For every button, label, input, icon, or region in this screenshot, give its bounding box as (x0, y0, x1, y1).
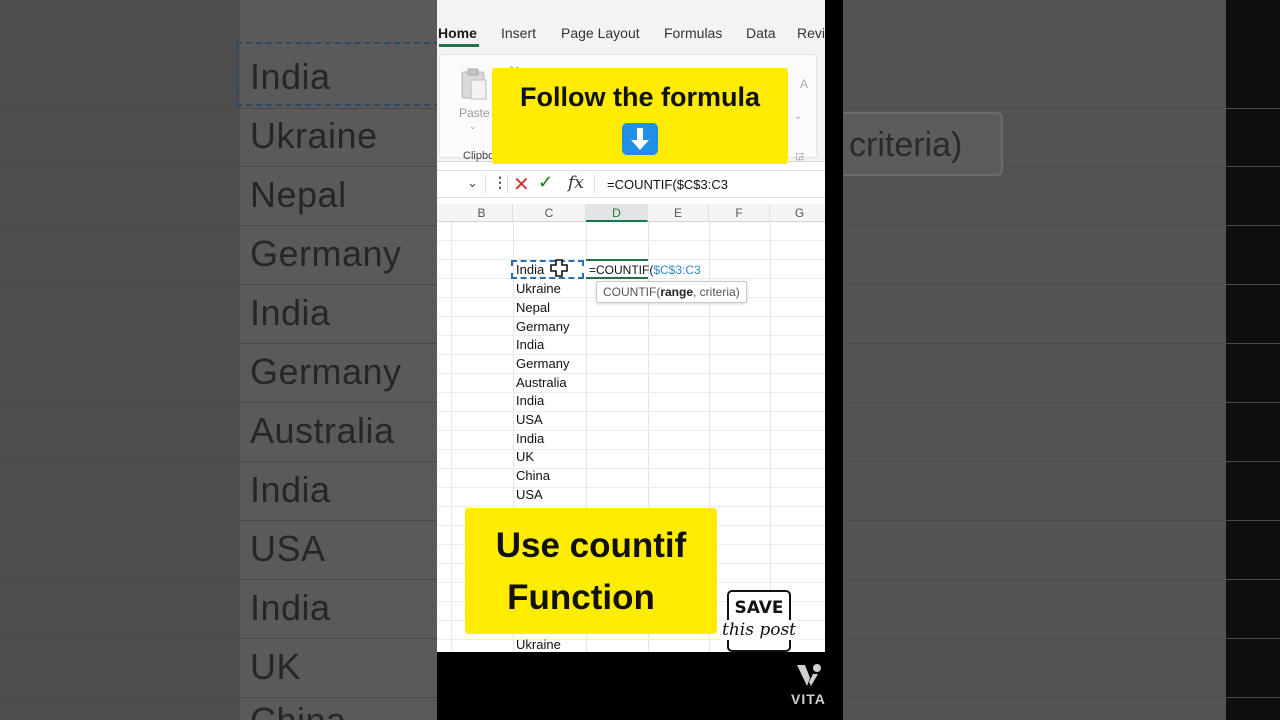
backdrop-word: Australia (250, 410, 395, 451)
grid-row-line (437, 411, 825, 412)
paste-button[interactable]: Paste (459, 106, 490, 120)
name-box-dropdown-icon[interactable]: ⌄ (467, 175, 478, 191)
backdrop-word: India (250, 587, 331, 628)
backdrop-hint: criteria) (843, 112, 1003, 176)
grid-column-line (451, 222, 452, 652)
grid-row-line (437, 392, 825, 393)
cell-c10[interactable]: India (516, 393, 544, 408)
grid-row-line (437, 316, 825, 317)
grid-row-line (437, 335, 825, 336)
grid-row-line (437, 430, 825, 431)
save-sticker-line1: SAVE (734, 598, 784, 618)
down-arrow-icon (622, 123, 658, 155)
in-cell-formula-prefix: =COUNTIF( (589, 263, 654, 277)
insert-function-icon[interactable]: fx (568, 173, 584, 193)
column-header-d[interactable]: D (586, 204, 648, 222)
enter-check-icon[interactable]: ✓ (538, 172, 553, 193)
backdrop-word: Germany (250, 351, 402, 392)
backdrop-hint-text: criteria) (849, 126, 963, 164)
column-header-b[interactable]: B (451, 204, 513, 222)
cell-c7[interactable]: India (516, 337, 544, 352)
side-black-bar (825, 0, 843, 720)
backdrop-word: India (250, 56, 331, 97)
column-header-g[interactable]: G (770, 204, 825, 222)
cell-c14[interactable]: China (516, 468, 550, 483)
more-options-icon[interactable]: ⋮ (493, 174, 507, 191)
vita-watermark-text: VITA (791, 691, 826, 707)
excel-frame: Home Insert Page Layout Formulas Data Re… (437, 0, 825, 652)
grid-row-line (437, 240, 825, 241)
tab-page-layout[interactable]: Page Layout (561, 25, 640, 41)
grid-row-line (437, 449, 825, 450)
tab-insert[interactable]: Insert (501, 25, 536, 41)
bottom-caption-banner: Use countif Function (465, 508, 717, 634)
save-sticker-line2: this post (721, 620, 797, 640)
tab-data[interactable]: Data (746, 25, 776, 41)
tab-review[interactable]: Revi (797, 25, 825, 41)
tooltip-current-argument: range (660, 285, 694, 299)
separator (507, 175, 508, 193)
plus-cursor-icon (550, 259, 568, 277)
formula-input[interactable]: =COUNTIF($C$3:C3 (607, 177, 728, 192)
save-post-sticker: SAVE this post (721, 590, 797, 652)
grid-row-line (437, 354, 825, 355)
cell-c5[interactable]: Nepal (516, 300, 550, 315)
cell-c13[interactable]: UK (516, 449, 534, 464)
column-header-e[interactable]: E (648, 204, 709, 222)
cell-c4[interactable]: Ukraine (516, 281, 561, 296)
cell-c11[interactable]: USA (516, 412, 543, 427)
in-cell-formula[interactable]: =COUNTIF($C$3:C3 (589, 263, 701, 277)
cell-c12[interactable]: India (516, 431, 544, 446)
bottom-caption-line2: Function (507, 578, 655, 617)
cell-c9[interactable]: Australia (516, 375, 567, 390)
cell-c6[interactable]: Germany (516, 319, 569, 334)
backdrop-word: Germany (250, 233, 402, 274)
backdrop-word: Nepal (250, 174, 347, 215)
active-tab-indicator (439, 44, 479, 47)
font-dropdown-icon[interactable]: ⌄ (794, 111, 802, 122)
function-tooltip[interactable]: COUNTIF(range, criteria) (596, 281, 747, 303)
tooltip-remaining-args: , criteria) (693, 285, 740, 299)
cell-c15[interactable]: USA (516, 487, 543, 502)
grid-column-line (770, 222, 771, 652)
backdrop-word: USA (250, 528, 326, 569)
separator (594, 175, 595, 193)
backdrop-word: UK (250, 646, 302, 687)
paste-icon[interactable] (460, 67, 488, 101)
paste-dropdown-icon[interactable]: ⌄ (469, 121, 477, 132)
cell-c-bottom[interactable]: Ukraine (516, 637, 561, 652)
column-headers: B C D E F G (437, 204, 825, 222)
dialog-launcher-icon[interactable]: ◲ (795, 151, 804, 162)
clipboard-group-label: Clipbo (463, 150, 495, 162)
backdrop-word: India (250, 292, 331, 333)
backdrop-word: India (250, 469, 331, 510)
backdrop-word: Ukraine (250, 115, 378, 156)
tab-formulas[interactable]: Formulas (664, 25, 722, 41)
separator (485, 175, 486, 193)
top-caption-banner: Follow the formula (492, 68, 788, 164)
grid-row-line (437, 373, 825, 374)
cell-c8[interactable]: Germany (516, 356, 569, 371)
top-caption-text: Follow the formula (520, 82, 760, 112)
backdrop-word: China (250, 700, 347, 720)
vita-logo-icon (797, 664, 821, 686)
in-cell-formula-range: $C$3:C3 (653, 263, 701, 277)
cell-c3[interactable]: India (516, 262, 544, 277)
video-bottom-bar (437, 652, 825, 720)
grid-row-line (437, 468, 825, 469)
bottom-caption-line1: Use countif (495, 526, 687, 565)
ribbon-tabs: Home Insert Page Layout Formulas Data Re… (437, 0, 825, 48)
grid-row-line (437, 487, 825, 488)
tab-home[interactable]: Home (438, 25, 477, 41)
font-size-icon[interactable]: A (800, 77, 808, 91)
column-header-c[interactable]: C (513, 204, 586, 222)
grid-row-line (437, 506, 825, 507)
column-header-f[interactable]: F (709, 204, 770, 222)
cancel-icon[interactable]: ✕ (513, 172, 530, 197)
formula-bar: ⌄ ⋮ ✕ ✓ fx =COUNTIF($C$3:C3 (437, 170, 825, 198)
tooltip-function: COUNTIF( (603, 285, 661, 299)
